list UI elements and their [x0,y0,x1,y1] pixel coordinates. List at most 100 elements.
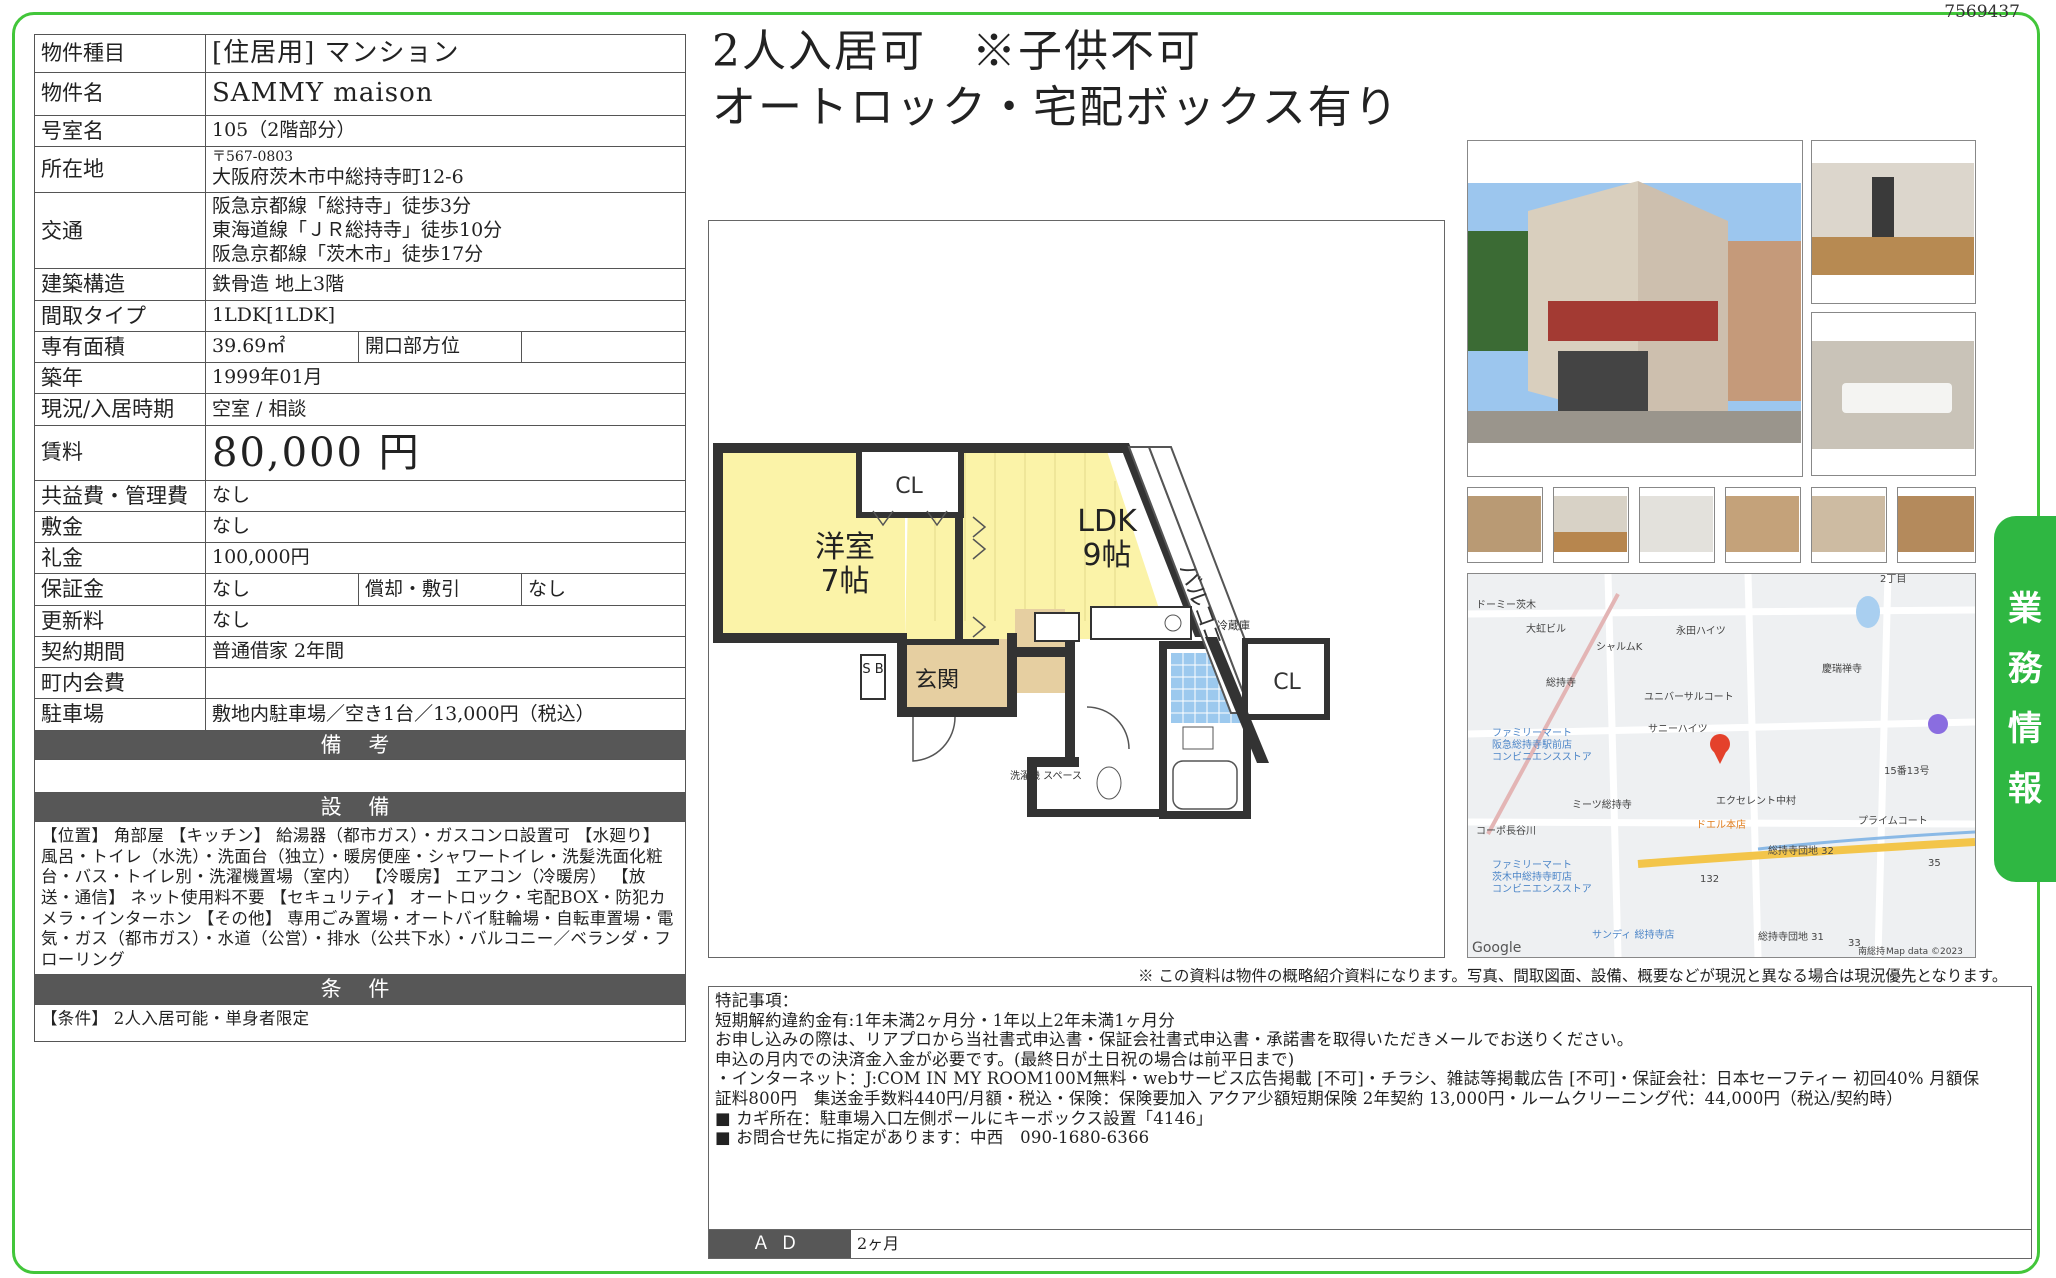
western-room-size: 7帖 [820,564,869,599]
row-built: 築年 1999年01月 [34,361,686,395]
access-line: 阪急京都線「茨木市」徒歩17分 [212,242,484,265]
structure-value: 鉄骨造 地上3階 [205,268,686,301]
row-structure: 建築構造 鉄骨造 地上3階 [34,268,686,301]
map-label: 総持寺団地 32 [1768,844,1834,857]
row-access: 交通 阪急京都線「総持寺」徒歩3分 東海道線「ＪＲ総持寺」徒歩10分 阪急京都線「茨木… [34,191,686,270]
row-status: 現況/入居時期 空室 / 相談 [34,393,686,426]
contract-value: 普通借家 2年間 [205,635,686,669]
thumb-photo [1467,487,1543,563]
name-value: SAMMY maison [205,71,686,116]
thumb-photo [1553,487,1629,563]
row-town-fee: 町内会費 [34,666,686,700]
thumb-photo [1897,487,1976,563]
status-label: 現況/入居時期 [34,393,206,426]
business-info-tab[interactable]: 業 務 情 報 [1994,516,2056,882]
access-line: 東海道線「ＪＲ総持寺」徒歩10分 [212,218,503,241]
row-room: 号室名 105（2階部分） [34,114,686,147]
room-value: 105（2階部分） [205,114,686,147]
fee-label: 共益費・管理費 [34,479,206,512]
equipment-header: 設 備 [34,791,686,823]
map-label: ドーミー茨木 [1476,598,1536,611]
map-label: ユニバーサルコート [1644,691,1734,703]
name-label: 物件名 [34,71,206,116]
closet-label: CL [1273,670,1301,695]
row-rent: 賃料 80,000 円 [34,424,686,481]
thumb-photo [1639,487,1715,563]
tab-char: 務 [2008,649,2042,689]
amortization-value: なし [521,573,686,606]
type-label: 物件種目 [34,34,206,73]
direction-label: 開口部方位 [358,330,522,364]
headline-line1: 2人入居可 ※子供不可 [712,26,1202,77]
map-label: シャルムK [1596,641,1643,653]
ad-label: ＡＤ [709,1230,851,1258]
row-name: 物件名 SAMMY maison [34,71,686,116]
ldk-size: 9帖 [1082,538,1131,573]
map-label: ファミリーマート [1492,860,1572,871]
map-label: ドエル本店 [1696,818,1746,831]
town-fee-label: 町内会費 [34,666,206,700]
row-parking: 駐車場 敷地内駐車場／空き1台／13,000円（税込） [34,698,686,731]
row-deposit: 敷金 なし [34,510,686,544]
special-line: 証料800円 集送金手数料440円/月額・税込・保険：保険要加入 アクア少額短期… [715,1088,1903,1108]
map-label: 慶瑞禅寺 [1822,662,1862,675]
address-zip: 〒567-0803 [212,148,294,165]
map-attribution: Map data ©2023 [1886,947,1963,957]
special-line: ■ お問合せ先に指定があります：中西 090-1680-6366 [715,1128,1150,1148]
map-label: ミーツ総持寺 [1572,798,1632,811]
map-label: 大虹ビル [1526,622,1566,635]
row-area: 専有面積 39.69㎡ 開口部方位 [34,330,686,364]
parking-value: 敷地内駐車場／空き1台／13,000円（税込） [205,698,686,731]
interior-photo [1811,140,1976,304]
fridge-label: 冷蔵庫 [1217,618,1250,632]
address-value: 大阪府茨木市中総持寺町12-6 [212,166,464,189]
remarks-header-row: 備 考 [34,729,686,760]
deposit-value: なし [205,510,686,544]
special-notes: 特記事項： 短期解約違約金有:1年未満2ヶ月分・1年以上2年未満1ヶ月分 お申し… [708,986,2032,1259]
remarks-header: 備 考 [34,729,686,760]
guarantee-value: なし [205,573,359,606]
conditions-header: 条 件 [34,974,686,1005]
tab-char: 報 [2008,769,2042,809]
shoe-box-label: S B [862,662,883,677]
town-fee-value [205,666,686,700]
map-label: 2丁目 [1880,574,1906,585]
map-label: 総持寺団地 31 [1758,930,1824,943]
map-label: サニーハイツ [1648,723,1708,735]
map-label: プライムコート [1858,815,1928,827]
special-line: 特記事項： [715,991,799,1010]
map-label: 阪急総持寺駅前店 [1492,738,1572,751]
map-label: コンビニエンスストア [1492,883,1592,895]
row-address: 所在地 〒567-0803 大阪府茨木市中総持寺町12-6 [34,145,686,194]
rent-label: 賃料 [34,424,206,481]
row-layout: 間取タイプ 1LDK[1LDK] [34,299,686,332]
closet-label: CL [895,474,923,499]
direction-value [521,330,686,364]
footnote: ※ この資料は物件の概略紹介資料になります。写真、間取図面、設備、概要などが現況… [1138,967,2008,985]
fee-value: なし [205,479,686,512]
special-line: ■ カギ所在：駐車場入口左側ポールにキーボックス設置「4146」 [715,1108,1213,1128]
row-contract: 契約期間 普通借家 2年間 [34,635,686,669]
aircon-photo [1811,312,1976,476]
amortization-label: 償却・敷引 [358,573,522,606]
structure-label: 建築構造 [34,268,206,301]
contract-label: 契約期間 [34,635,206,669]
area-value: 39.69㎡ [205,330,359,364]
map-label: コンビニエンスストア [1492,751,1592,763]
room-label: 号室名 [34,114,206,147]
thumb-photo [1811,487,1887,563]
ldk-label: LDK [1077,504,1138,539]
address-label: 所在地 [34,145,206,194]
tab-char: 情 [2008,709,2042,749]
headline-line2: オートロック・宅配ボックス有り [712,82,1400,133]
entrance-label: 玄関 [915,668,959,693]
ad-row: ＡＤ 2ヶ月 [709,1229,2031,1258]
map-label: エクセレント中村 [1716,794,1796,807]
rent-value: 80,000 円 [205,424,686,481]
map-label: 132 [1700,874,1719,885]
area-label: 専有面積 [34,330,206,364]
location-map[interactable]: ドーミー茨木 大虹ビル 永田ハイツ シャルムK 総持寺 ユニバーサルコート 慶瑞… [1467,573,1976,958]
equipment-row: 【位置】 角部屋 【キッチン】 給湯器（都市ガス）・ガスコンロ設置可 【水廻り】… [34,820,686,976]
row-key-money: 礼金 100,000円 [34,541,686,575]
layout-label: 間取タイプ [34,299,206,332]
